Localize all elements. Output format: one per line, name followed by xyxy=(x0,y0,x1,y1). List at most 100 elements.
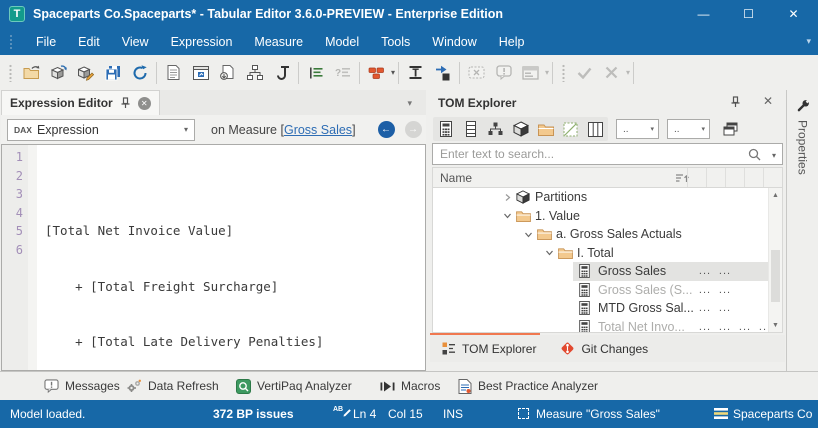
panel-menu-arrow-icon[interactable]: ▾ xyxy=(407,98,412,109)
menu-item-measure[interactable]: Measure xyxy=(243,30,314,54)
dax-badge: DAX xyxy=(14,124,32,135)
cancel-button[interactable] xyxy=(598,60,625,86)
goto-current-button[interactable] xyxy=(402,60,429,86)
message-bubble-button[interactable] xyxy=(490,60,517,86)
tab-git-changes[interactable]: Git Changes xyxy=(548,335,660,362)
goto-object-button[interactable] xyxy=(429,60,456,86)
tree-row-folder-gross-sales-actuals[interactable]: a. Gross Sales Actuals xyxy=(433,225,782,244)
measure-icon xyxy=(579,301,598,316)
refresh-button[interactable] xyxy=(126,60,153,86)
toolbar-separator xyxy=(298,61,299,84)
tab-messages[interactable]: Messages xyxy=(44,372,120,400)
app-window: T Spaceparts Co.Spaceparts* - Tabular Ed… xyxy=(0,0,818,428)
column-divider xyxy=(706,168,725,187)
chevron-right-icon[interactable] xyxy=(499,193,516,202)
tree-row-folder-value[interactable]: 1. Value xyxy=(433,207,782,226)
expression-context: on Measure [Gross Sales] xyxy=(211,122,356,137)
accept-dropdown-arrow[interactable]: ▾ xyxy=(626,68,630,77)
menu-item-help[interactable]: Help xyxy=(488,30,536,54)
options-window-button[interactable] xyxy=(517,60,544,86)
combo-dropdown-icon[interactable]: ▾ xyxy=(701,125,705,133)
dax-code-text[interactable]: [Total Net Invoice Value] + [Total Freig… xyxy=(37,145,425,370)
measure-link[interactable]: Gross Sales xyxy=(284,123,352,137)
tree-row-measure-gross-sales[interactable]: Gross Sales ... ... xyxy=(433,262,782,281)
tree-row-folder-total[interactable]: I. Total xyxy=(433,244,782,263)
best-practice-issues-button[interactable] xyxy=(363,60,390,86)
menu-item-expression[interactable]: Expression xyxy=(160,30,244,54)
navigate-back-button[interactable]: ← xyxy=(377,121,395,138)
minimize-button[interactable]: — xyxy=(681,0,726,28)
options-dropdown-arrow[interactable]: ▾ xyxy=(545,68,549,77)
maximize-button[interactable]: ☐ xyxy=(726,0,771,28)
search-input[interactable] xyxy=(432,143,783,165)
menu-overflow-icon[interactable]: ▾ xyxy=(806,36,811,47)
board-icon xyxy=(192,65,209,80)
pin-icon[interactable] xyxy=(120,97,131,109)
filter-measures-button[interactable] xyxy=(433,117,458,141)
pin-view-button[interactable] xyxy=(187,60,214,86)
filter-hierarchies-button[interactable] xyxy=(483,117,508,141)
tab-expression-editor[interactable]: Expression Editor ✕ xyxy=(1,90,160,115)
menu-item-model[interactable]: Model xyxy=(314,30,370,54)
tree-row-measure-mtd-gross-sales[interactable]: MTD Gross Sal... ... ... xyxy=(433,299,782,318)
scroll-down-icon[interactable]: ▼ xyxy=(769,318,782,332)
chevron-down-icon[interactable] xyxy=(541,248,558,257)
close-button[interactable]: ✕ xyxy=(771,0,816,28)
tree-scrollbar[interactable]: ▲ ▼ xyxy=(768,188,782,332)
perspective-filter-combo[interactable]: .. ▾ xyxy=(667,119,710,139)
bricks-dropdown-arrow[interactable]: ▾ xyxy=(391,68,395,77)
menu-item-file[interactable]: File xyxy=(25,30,67,54)
accept-button[interactable] xyxy=(571,60,598,86)
menu-item-window[interactable]: Window xyxy=(421,30,487,54)
tab-data-refresh[interactable]: Data Refresh xyxy=(126,372,219,400)
expand-windows-button[interactable] xyxy=(718,117,743,141)
close-panel-icon[interactable]: ✕ xyxy=(763,94,773,108)
scroll-up-icon[interactable]: ▲ xyxy=(769,188,782,202)
pin-icon[interactable] xyxy=(730,96,741,108)
format-dax-button[interactable] xyxy=(268,60,295,86)
filter-calc-items-button[interactable] xyxy=(558,117,583,141)
menu-item-edit[interactable]: Edit xyxy=(67,30,111,54)
tree-column-header[interactable]: Name xyxy=(432,167,783,188)
open-file-button[interactable] xyxy=(18,60,45,86)
deploy-model-button[interactable] xyxy=(45,60,72,86)
tree-nodes-icon xyxy=(488,122,503,136)
dax-code-editor[interactable]: 1 2 3 4 5 6 [Total Net Invoice Value] + … xyxy=(1,144,426,371)
menu-item-view[interactable]: View xyxy=(111,30,160,54)
new-partition-button[interactable] xyxy=(214,60,241,86)
search-dropdown-icon[interactable]: ▾ xyxy=(772,151,776,160)
chevron-down-icon[interactable] xyxy=(520,230,537,239)
expression-type-combo[interactable]: DAX Expression ▾ xyxy=(7,118,195,141)
tab-tom-explorer[interactable]: TOM Explorer xyxy=(430,335,548,362)
row-detail-cell: ... xyxy=(698,265,712,278)
watch-box-button[interactable] xyxy=(463,60,490,86)
save-button[interactable] xyxy=(99,60,126,86)
status-bar: Model loaded. 372 BP issues AB Ln 4 Col … xyxy=(0,400,818,428)
bp-issues-indicator[interactable]: 372 BP issues xyxy=(213,407,294,421)
filter-folders-button[interactable] xyxy=(533,117,558,141)
tab-best-practice-analyzer[interactable]: Best Practice Analyzer xyxy=(458,372,598,400)
hierarchy-button[interactable] xyxy=(241,60,268,86)
tree-row-measure-gross-sales-s[interactable]: Gross Sales (S... ... ... xyxy=(433,281,782,300)
combo-dropdown-icon[interactable]: ▾ xyxy=(184,125,188,134)
chevron-down-icon[interactable] xyxy=(499,211,516,220)
tree-row-partitions[interactable]: Partitions xyxy=(433,188,782,207)
tab-properties[interactable]: Properties xyxy=(796,120,810,175)
filter-columns-button[interactable] xyxy=(458,117,483,141)
comment-lines-button[interactable]: ? xyxy=(329,60,356,86)
close-tab-icon[interactable]: ✕ xyxy=(137,96,151,110)
edit-model-button[interactable] xyxy=(72,60,99,86)
scrollbar-thumb[interactable] xyxy=(771,250,780,302)
filter-display-columns-button[interactable] xyxy=(583,117,608,141)
tab-macros[interactable]: Macros xyxy=(380,372,440,400)
tree-row-measure-total-net-invoice[interactable]: Total Net Invo... ... ... ... ... xyxy=(433,318,782,332)
object-filter-combo[interactable]: .. ▾ xyxy=(616,119,659,139)
new-script-button[interactable] xyxy=(160,60,187,86)
combo-dropdown-icon[interactable]: ▾ xyxy=(650,125,654,133)
menu-item-tools[interactable]: Tools xyxy=(370,30,421,54)
format-lines-button[interactable] xyxy=(302,60,329,86)
navigate-forward-button[interactable]: → xyxy=(404,121,422,138)
filter-partitions-button[interactable] xyxy=(508,117,533,141)
search-icon[interactable] xyxy=(748,148,761,161)
tab-vertipaq-analyzer[interactable]: VertiPaq Analyzer xyxy=(236,372,352,400)
